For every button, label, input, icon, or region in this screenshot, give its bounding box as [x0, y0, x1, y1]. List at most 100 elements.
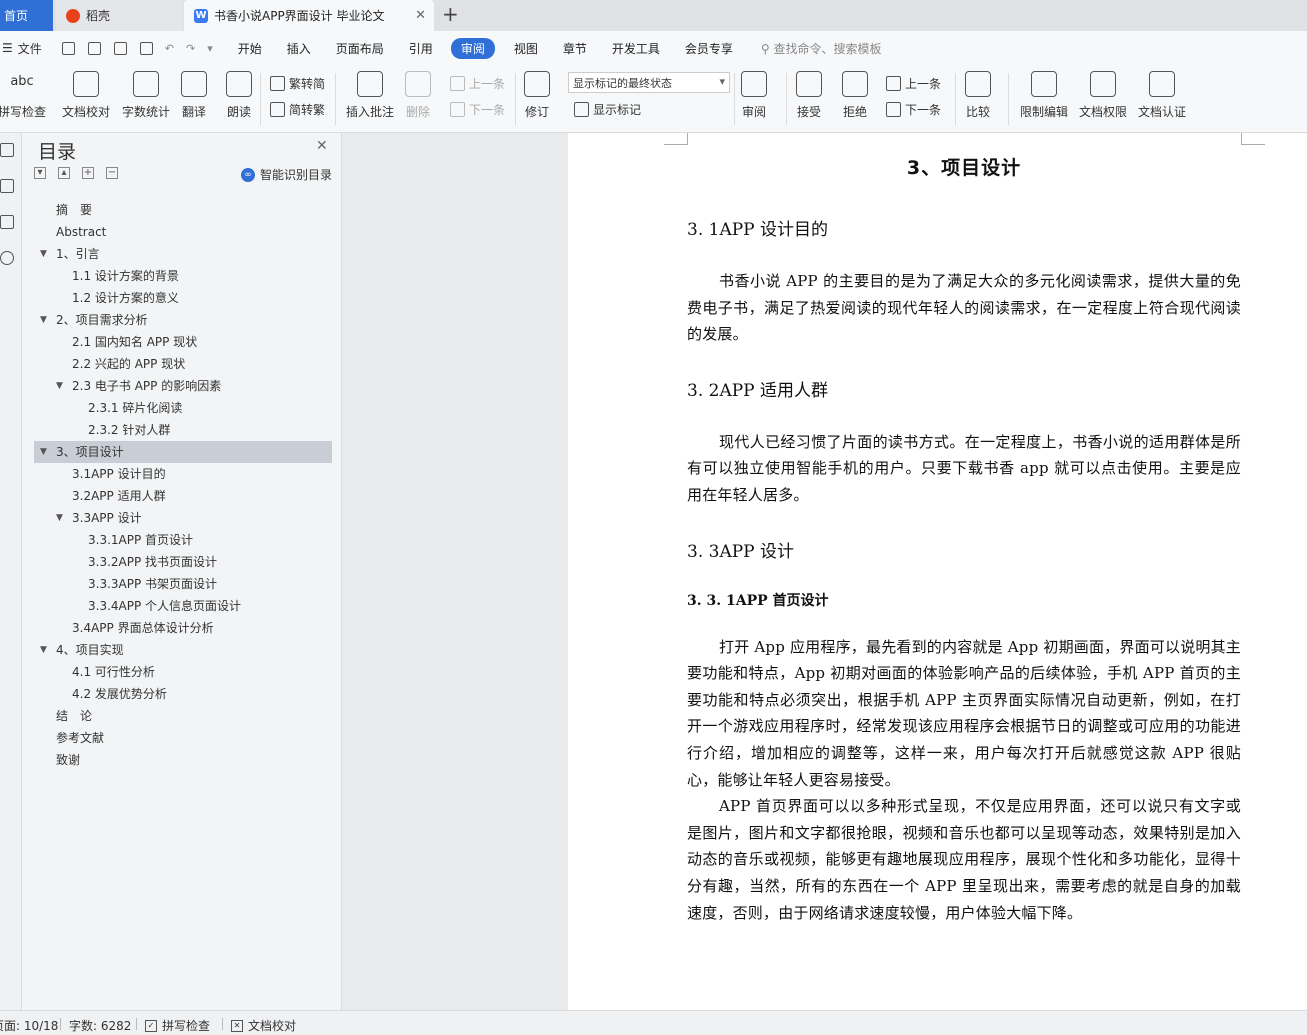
remove-heading-icon[interactable]: −	[106, 167, 118, 179]
menu-member[interactable]: 会员专享	[685, 40, 733, 57]
insert-comment-button[interactable]: 插入批注	[346, 71, 394, 120]
next-comment-button[interactable]: 下一条	[450, 101, 505, 118]
tab-document[interactable]: W 书香小说APP界面设计 毕业论文 ✕	[184, 0, 434, 31]
toc-item[interactable]: 2.1 国内知名 APP 现状	[34, 331, 332, 353]
prev-change-button[interactable]: 上一条	[886, 75, 941, 92]
document-page[interactable]: 3、项目设计 3. 1APP 设计目的 书香小说 APP 的主要目的是为了满足大…	[568, 133, 1307, 1010]
translate-button[interactable]: 翻译	[181, 71, 207, 120]
collapse-all-icon[interactable]: ▾	[34, 167, 46, 179]
accept-button[interactable]: 接受	[796, 71, 822, 120]
doc-cert-button[interactable]: 文档认证	[1138, 71, 1186, 120]
redo-icon[interactable]: ↷	[186, 42, 195, 55]
toc-item[interactable]: ▼ 2.3 电子书 APP 的影响因素	[34, 375, 332, 397]
command-search[interactable]: ⚲ 查找命令、搜索模板	[761, 40, 882, 57]
toc-item[interactable]: ▼ 2、项目需求分析	[34, 309, 332, 331]
toc-item[interactable]: 摘 要	[34, 199, 332, 221]
quick-access-dropdown-icon[interactable]: ▾	[207, 42, 213, 55]
menu-layout[interactable]: 页面布局	[336, 40, 384, 57]
file-menu[interactable]: ☰ 文件	[0, 40, 42, 57]
menu-references[interactable]: 引用	[409, 40, 433, 57]
outline-icon[interactable]	[0, 179, 14, 193]
word-count-button[interactable]: 字数统计	[122, 71, 170, 120]
writer-logo-icon: W	[194, 8, 208, 23]
tab-home[interactable]: 首页	[0, 0, 53, 31]
undo-icon[interactable]: ↶	[165, 42, 174, 55]
markup-state-select[interactable]: 显示标记的最终状态	[568, 72, 730, 93]
doc-cert-icon	[1149, 71, 1175, 97]
toc-item[interactable]: 1.2 设计方案的意义	[34, 287, 332, 309]
delete-comment-button[interactable]: 删除	[405, 71, 431, 120]
toc-item[interactable]: 2.3.2 针对人群	[34, 419, 332, 441]
print-preview-icon[interactable]	[139, 41, 153, 55]
toc-item[interactable]: ▼ 1、引言	[34, 243, 332, 265]
chevron-down-icon[interactable]: ▼	[40, 309, 47, 331]
review-pane-button[interactable]: 审阅	[741, 71, 767, 120]
bookmark-icon[interactable]	[0, 215, 14, 229]
toc-item[interactable]: 3.3.4APP 个人信息页面设计	[34, 595, 332, 617]
menu-home[interactable]: 开始	[238, 40, 262, 57]
menu-view[interactable]: 视图	[514, 40, 538, 57]
chevron-down-icon[interactable]: ▼	[40, 243, 47, 265]
tab-daoke[interactable]: 稻壳	[56, 0, 182, 31]
toc-item[interactable]: 4.2 发展优势分析	[34, 683, 332, 705]
simp-to-trad-button[interactable]: 简转繁	[270, 101, 325, 118]
add-heading-icon[interactable]: +	[82, 167, 94, 179]
menu-review[interactable]: 审阅	[450, 37, 495, 59]
toc-item[interactable]: ▼ 3、项目设计	[34, 441, 332, 463]
compare-button[interactable]: 比较	[965, 71, 991, 120]
smart-toc-button[interactable]: ∞ 智能识别目录	[241, 166, 332, 183]
toc-item[interactable]: 3.3.3APP 书架页面设计	[34, 573, 332, 595]
toc-item[interactable]: 4.1 可行性分析	[34, 661, 332, 683]
search-icon[interactable]	[0, 251, 14, 265]
chevron-down-icon[interactable]: ▼	[56, 375, 63, 397]
menu-insert[interactable]: 插入	[287, 40, 311, 57]
page-indicator[interactable]: 页面: 10/18	[0, 1017, 58, 1034]
toc-item[interactable]: 3.3.1APP 首页设计	[34, 529, 332, 551]
prev-comment-button[interactable]: 上一条	[450, 75, 505, 92]
menu-section[interactable]: 章节	[563, 40, 587, 57]
toc-item[interactable]: 致谢	[34, 749, 332, 771]
chevron-down-icon[interactable]: ▼	[56, 507, 63, 529]
close-icon[interactable]: ✕	[316, 138, 328, 154]
toc-item[interactable]: 3.4APP 界面总体设计分析	[34, 617, 332, 639]
proof-status[interactable]: ✕ 文档校对	[231, 1017, 296, 1034]
toc-item[interactable]: ▼ 4、项目实现	[34, 639, 332, 661]
page-corner-mark	[664, 133, 688, 145]
show-markup-button[interactable]: 显示标记	[574, 101, 641, 118]
toc-item[interactable]: 3.1APP 设计目的	[34, 463, 332, 485]
toc-item[interactable]: 2.2 兴起的 APP 现状	[34, 353, 332, 375]
prev-change-label: 上一条	[905, 77, 942, 91]
paragraph-3-3-1-a: 打开 App 应用程序，最先看到的内容就是 App 初期画面，界面可以说明其主要…	[687, 637, 1241, 789]
spellcheck-status[interactable]: ✓ 拼写检查	[145, 1017, 210, 1034]
chevron-down-icon[interactable]: ▼	[40, 639, 47, 661]
menu-developer[interactable]: 开发工具	[612, 40, 660, 57]
tab-daoke-label: 稻壳	[86, 9, 111, 23]
save-icon[interactable]	[61, 41, 75, 55]
toc-panel-icon[interactable]	[0, 143, 14, 157]
doc-permission-button[interactable]: 文档权限	[1079, 71, 1127, 120]
toc-item[interactable]: ▼ 3.3APP 设计	[34, 507, 332, 529]
word-count-indicator[interactable]: 字数: 6282	[69, 1017, 131, 1034]
toc-item[interactable]: Abstract	[34, 221, 332, 243]
toc-item[interactable]: 1.1 设计方案的背景	[34, 265, 332, 287]
toc-item[interactable]: 3.2APP 适用人群	[34, 485, 332, 507]
track-changes-button[interactable]: 修订	[524, 71, 550, 120]
restrict-edit-button[interactable]: 限制编辑	[1020, 71, 1068, 120]
toc-item-label: 4、项目实现	[56, 643, 124, 657]
close-icon[interactable]: ✕	[415, 8, 426, 23]
trad-to-simp-button[interactable]: 繁转简	[270, 75, 325, 92]
expand-up-icon[interactable]: ▴	[58, 167, 70, 179]
export-icon[interactable]	[87, 41, 101, 55]
toc-item[interactable]: 结 论	[34, 705, 332, 727]
toc-item[interactable]: 参考文献	[34, 727, 332, 749]
chevron-down-icon[interactable]: ▼	[40, 441, 47, 463]
doc-proof-button[interactable]: 文档校对	[62, 71, 110, 120]
reject-button[interactable]: 拒绝	[842, 71, 868, 120]
toc-item[interactable]: 2.3.1 碎片化阅读	[34, 397, 332, 419]
next-change-button[interactable]: 下一条	[886, 101, 941, 118]
new-tab-plus-icon[interactable]: +	[442, 2, 459, 26]
print-icon[interactable]	[113, 41, 127, 55]
toc-item[interactable]: 3.3.2APP 找书页面设计	[34, 551, 332, 573]
read-aloud-button[interactable]: 朗读	[226, 71, 252, 120]
spellcheck-button[interactable]: abc 拼写检查	[0, 71, 46, 120]
